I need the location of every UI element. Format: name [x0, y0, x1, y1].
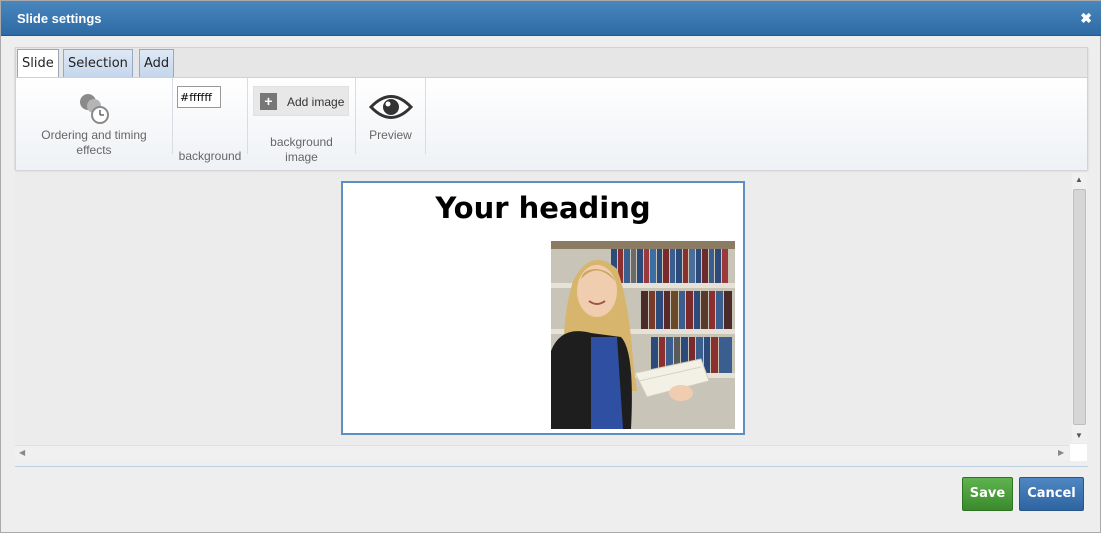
- background-image-label-line2: image: [285, 150, 318, 164]
- cancel-button[interactable]: Cancel: [1019, 477, 1084, 511]
- footer-divider: [15, 466, 1088, 467]
- tab-add[interactable]: Add: [139, 49, 175, 77]
- dialog-titlebar: Slide settings ✖: [1, 1, 1101, 36]
- slide-preview[interactable]: Your heading: [341, 181, 745, 435]
- ordering-timing-group[interactable]: Ordering and timing effects: [16, 78, 173, 157]
- background-color-input[interactable]: [177, 86, 221, 108]
- scroll-right-icon[interactable]: ▶: [1058, 448, 1064, 457]
- scroll-up-icon[interactable]: ▲: [1075, 175, 1083, 184]
- add-image-label: Add image: [287, 95, 345, 109]
- scroll-down-icon[interactable]: ▼: [1075, 431, 1083, 440]
- background-label: background: [178, 149, 242, 163]
- plus-icon: +: [260, 93, 277, 110]
- slide-heading[interactable]: Your heading: [343, 191, 743, 225]
- ribbon-tabs: Slide Selection Add: [16, 48, 1087, 79]
- add-image-button[interactable]: + Add image: [253, 86, 349, 116]
- scroll-left-icon[interactable]: ◀: [19, 448, 25, 457]
- ordering-label-line1: Ordering and timing: [41, 128, 147, 142]
- preview-label: Preview: [369, 128, 412, 142]
- slide-settings-dialog: Slide settings ✖ Slide Selection Add Ord…: [0, 0, 1101, 533]
- ribbon-body: Ordering and timing effects background b…: [16, 77, 1087, 170]
- tab-selection[interactable]: Selection: [63, 49, 133, 77]
- ribbon-toolbar: Slide Selection Add Ordering and timing …: [15, 47, 1088, 170]
- horizontal-scrollbar[interactable]: ◀ ▶: [15, 445, 1069, 460]
- background-image-label-line1: background: [270, 135, 333, 149]
- close-icon[interactable]: ✖: [1080, 10, 1092, 27]
- scrollbar-corner: [1070, 444, 1087, 461]
- ordering-label-line2: effects: [76, 143, 112, 157]
- vertical-scrollbar[interactable]: ▲ ▼: [1072, 173, 1087, 443]
- save-button[interactable]: Save: [962, 477, 1013, 511]
- dialog-title: Slide settings: [17, 11, 102, 26]
- vertical-scroll-thumb[interactable]: [1073, 189, 1086, 425]
- slide-canvas-area[interactable]: Your heading: [15, 173, 1087, 459]
- eye-icon: [369, 95, 413, 119]
- tab-slide[interactable]: Slide: [17, 49, 59, 79]
- slide-photo[interactable]: [551, 241, 735, 429]
- ordering-timing-icon: [80, 94, 109, 124]
